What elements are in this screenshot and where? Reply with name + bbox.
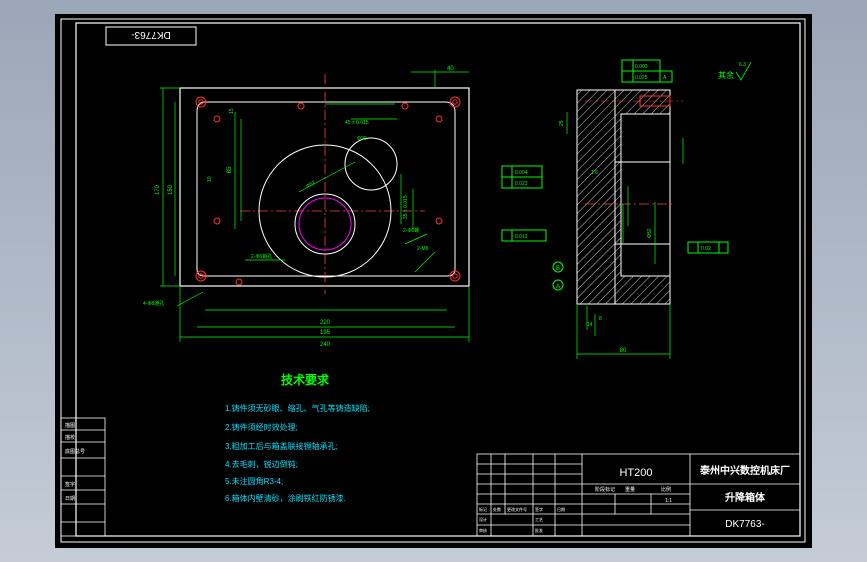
row-label-2: 处数 <box>493 506 501 512</box>
notes-title: 技术要求 <box>281 372 330 387</box>
company-name: 泰州中兴数控机床厂 <box>699 464 790 477</box>
tolerance-frame-left: 0.004 0.023 0.013 <box>501 165 547 242</box>
part-name: 升降箱体 <box>725 491 766 504</box>
left-cell-3: 底图总号 <box>65 448 85 455</box>
weight-label: 重量 <box>625 486 635 493</box>
dim-85: 85 <box>227 166 233 173</box>
dim-10: 10 <box>207 176 213 182</box>
base-plate-outline <box>179 87 470 287</box>
note-6: 6.箱体内壁清砂，涂刷铁红防锈漆. <box>225 493 346 503</box>
stage-label: 阶段标记 <box>595 486 615 493</box>
tolerance-frame-right: 0.02 <box>687 241 729 254</box>
side-dim-52: Φ52 <box>647 228 653 238</box>
section-hatched-body <box>576 89 671 305</box>
scale-value: 1:1 <box>665 498 672 504</box>
pin-hole <box>297 102 305 110</box>
drawing-sheet: DK7763- 195 220 240 170 150 85 15 10 40 … <box>60 18 806 543</box>
front-view: 195 220 240 170 150 85 15 10 40 45 ± 0.0… <box>143 66 470 348</box>
tol-left-1: 0.004 <box>515 170 528 176</box>
thread-hole <box>435 217 443 225</box>
dim-phi90: Φ90 <box>357 136 367 142</box>
note-2: 2.铸件须经时效处理; <box>225 422 298 432</box>
tol-top-ref: A <box>663 75 667 81</box>
section-outline <box>614 89 671 305</box>
surface-finish-label: 其余 <box>718 70 734 80</box>
dim-240: 240 <box>320 342 331 348</box>
material: HT200 <box>619 467 652 479</box>
pin-hole <box>235 278 243 286</box>
label-pin-holes: 2-Φ6销孔 <box>251 253 272 260</box>
side-section-view: 80 14 8 1.6 Φ52 25 0.003 0.025 A 0.004 0… <box>501 59 752 359</box>
tol-left-2: 0.023 <box>515 181 528 187</box>
left-cell-4: 签字 <box>65 481 75 488</box>
left-cell-5: 日期 <box>65 496 75 502</box>
tol-top-1: 0.003 <box>635 64 648 70</box>
label-m6: 2-M6 <box>417 246 429 252</box>
surface-finish-value: 6.3 <box>739 62 746 68</box>
dim-phi52: Φ52 <box>305 180 316 190</box>
note-1: 1.铸件须无砂眼、缩孔、气孔等铸造缺陷; <box>225 403 370 413</box>
pin-hole <box>401 102 409 110</box>
thread-hole <box>213 115 221 123</box>
label-thread-holes: 2-Φ6螺 <box>403 227 419 234</box>
datum-a: A <box>556 284 560 290</box>
side-dim-14: 14 <box>587 322 593 328</box>
scale-label: 比例 <box>661 486 671 493</box>
dim-170: 170 <box>155 184 161 195</box>
tol-right-1: 0.02 <box>701 246 711 252</box>
dim-15: 15 <box>229 108 235 114</box>
thread-hole <box>213 217 221 225</box>
dim-220: 220 <box>320 320 331 326</box>
left-cell-1: 描图 <box>65 422 75 429</box>
sign-process: 工艺 <box>535 517 543 522</box>
sign-design: 设计 <box>479 516 487 522</box>
side-dim-8: 8 <box>599 316 602 322</box>
dim-35: 35 ± 0.015 <box>403 195 409 219</box>
dim-195: 195 <box>320 330 331 336</box>
inner-border <box>75 22 801 537</box>
tol-top-2: 0.025 <box>635 75 648 81</box>
sign-review: 审核 <box>479 527 487 533</box>
dim-150: 150 <box>168 184 174 195</box>
row-label-5: 日期 <box>557 506 565 512</box>
technical-notes: 技术要求 1.铸件须无砂眼、缩孔、气孔等铸造缺陷; 2.铸件须经时效处理; 3.… <box>225 372 370 503</box>
dim-45: 45 ± 0.015 <box>345 120 369 126</box>
thread-hole <box>435 115 443 123</box>
note-5: 5.未注圆角R3-4; <box>225 476 283 486</box>
row-label-3: 更改文件号 <box>507 506 527 512</box>
note-3: 3.粗加工后与箱盖联接镗轴承孔; <box>225 441 338 451</box>
side-dim-16: 1.6 <box>591 170 598 176</box>
label-4-holes: 4-Φ8通孔 <box>143 300 164 307</box>
side-dim-25: 25 <box>559 120 565 126</box>
datum-b: B <box>556 266 560 272</box>
row-label-4: 签字 <box>535 506 543 512</box>
side-dim-80: 80 <box>620 348 627 354</box>
tol-left-3: 0.013 <box>515 234 528 240</box>
dim-40: 40 <box>447 66 454 72</box>
number-box-text: DK7763- <box>131 29 170 40</box>
note-4: 4.去毛刺，锐边倒钝; <box>225 459 298 469</box>
cad-viewport[interactable]: DK7763- 195 220 240 170 150 85 15 10 40 … <box>55 14 812 548</box>
outer-border <box>60 18 806 543</box>
corner-hole-tr <box>449 96 461 108</box>
row-label-1: 标记 <box>479 506 487 512</box>
corner-hole-br <box>449 270 461 282</box>
sign-approve: 批准 <box>535 527 543 533</box>
left-cell-2: 描校 <box>65 434 75 441</box>
drawing-number: DK7763- <box>725 519 764 530</box>
tolerance-frame-top: 0.003 0.025 A <box>621 59 673 83</box>
